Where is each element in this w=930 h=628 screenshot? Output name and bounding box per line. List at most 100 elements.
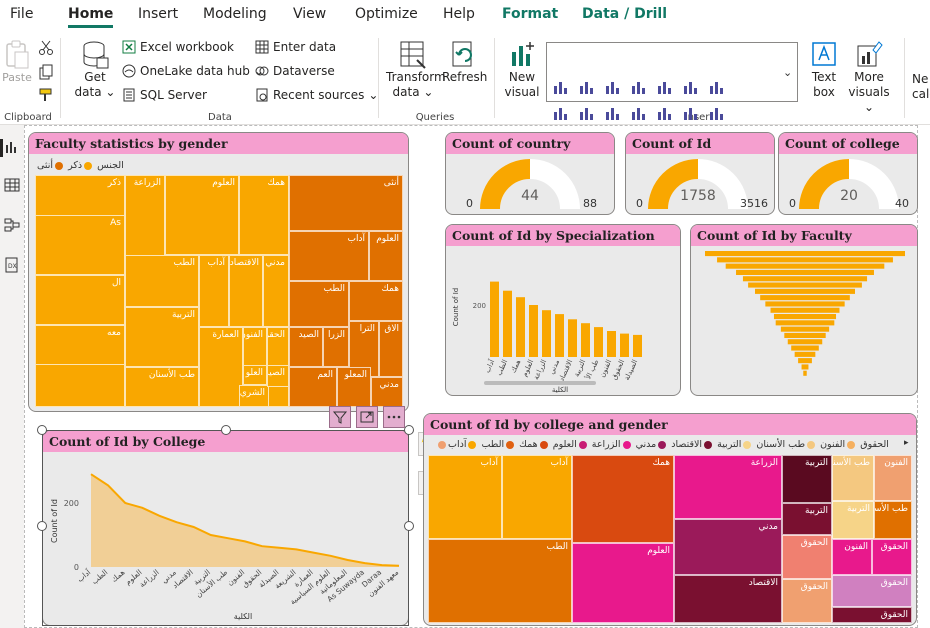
table-view-icon[interactable] (4, 177, 20, 193)
treemap-tile[interactable]: أنثى (289, 175, 403, 231)
bar[interactable] (490, 281, 499, 357)
resize-handle[interactable] (404, 521, 414, 531)
treemap-tile[interactable]: آداب (502, 455, 572, 539)
tab-view[interactable]: View (293, 6, 326, 22)
resize-handle[interactable] (404, 425, 414, 435)
funnel-bar[interactable] (780, 326, 830, 332)
legend-item[interactable]: الحقوق (857, 439, 889, 450)
map-icon[interactable] (603, 104, 621, 122)
treemap-tile[interactable]: التربية (832, 501, 874, 539)
tab-home[interactable]: Home (68, 6, 114, 28)
treemap-tile[interactable]: الحقوق (832, 607, 912, 623)
tab-file[interactable]: File (10, 6, 33, 22)
gauge-icon[interactable] (629, 104, 647, 122)
bar[interactable] (581, 323, 590, 357)
funnel-bar[interactable] (798, 358, 812, 364)
funnel-bar[interactable] (755, 288, 855, 294)
bar[interactable] (529, 305, 538, 357)
treemap-tile[interactable]: الحقوق (872, 539, 912, 575)
table-visual-icon[interactable] (707, 104, 725, 122)
recent-sources-button[interactable]: Recent sources ⌄ (255, 88, 378, 102)
legend-item[interactable]: الزراعة (589, 439, 621, 450)
college-gender-treemap[interactable]: Count of Id by college and gender الحقوق… (423, 413, 917, 626)
treemap-tile[interactable]: الزراعة (674, 455, 782, 519)
bar[interactable] (594, 327, 603, 357)
treemap-tile[interactable]: الصيد (267, 365, 289, 387)
treemap-tile[interactable]: الطب (125, 255, 199, 307)
funnel-bar[interactable] (765, 301, 845, 307)
funnel-bar[interactable] (773, 314, 837, 320)
treemap-tile[interactable]: همك (239, 175, 289, 255)
funnel-visual-icon[interactable] (707, 78, 725, 96)
clustered-bar-chart-icon[interactable] (603, 78, 621, 96)
specialization-bar-chart[interactable]: Count of Id by Specialization Count of I… (445, 224, 681, 396)
copy-icon[interactable] (38, 64, 54, 80)
more-visuals-button[interactable]: More visuals ⌄ (844, 40, 894, 115)
treemap-tile[interactable]: التربية (782, 503, 832, 535)
treemap-tile[interactable]: آداب (289, 231, 369, 281)
enter-data-button[interactable]: Enter data (255, 40, 336, 54)
funnel-bar[interactable] (784, 332, 826, 338)
legend-item[interactable]: التربية (714, 439, 741, 450)
legend-item[interactable]: الاقتصاد (668, 439, 702, 450)
funnel-bar[interactable] (705, 251, 905, 257)
bar[interactable] (555, 314, 564, 357)
tab-insert[interactable]: Insert (138, 6, 178, 22)
tab-modeling[interactable]: Modeling (203, 6, 267, 22)
excel-workbook-button[interactable]: Excel workbook (122, 40, 234, 54)
get-data-button[interactable]: Get data ⌄ (72, 40, 118, 100)
text-box-button[interactable]: Text box (806, 40, 842, 100)
legend-item[interactable]: مدني (633, 439, 657, 450)
treemap-tile[interactable]: آداب (428, 455, 502, 539)
treemap-tile[interactable]: العلوم (369, 231, 403, 281)
treemap-tile[interactable]: مدني (371, 377, 403, 407)
funnel-bar[interactable] (770, 307, 840, 313)
new-visual-button[interactable]: New visual (502, 40, 542, 100)
treemap-tile[interactable]: الزرا (323, 327, 349, 367)
treemap-tile[interactable]: العمارة (199, 327, 243, 407)
format-painter-icon[interactable] (38, 87, 54, 103)
resize-handle[interactable] (37, 425, 47, 435)
treemap-tile[interactable]: الحقوق (782, 535, 832, 579)
funnel-bar[interactable] (742, 276, 868, 282)
area-chart-icon[interactable] (681, 78, 699, 96)
tab-data-drill[interactable]: Data / Drill (582, 6, 667, 22)
tab-format[interactable]: Format (502, 6, 558, 22)
treemap-tile[interactable]: المعلو (337, 367, 371, 407)
bar[interactable] (516, 297, 525, 357)
gallery-expand-icon[interactable]: ⌄ (783, 66, 792, 79)
onelake-button[interactable]: OneLake data hub ⌄ (122, 64, 264, 78)
funnel-bar[interactable] (791, 345, 819, 351)
treemap-tile[interactable]: آداب (199, 255, 229, 327)
legend-item[interactable]: آداب (448, 439, 466, 450)
funnel-bar[interactable] (787, 339, 823, 345)
treemap-tile[interactable]: الطب (428, 539, 572, 623)
faculty-gender-treemap[interactable]: Faculty statistics by gender الجنس ذكر أ… (28, 132, 409, 412)
treemap-tile[interactable]: الفنون (874, 455, 912, 501)
legend-item[interactable]: العلوم (550, 439, 577, 450)
funnel-bar[interactable] (803, 370, 807, 376)
gauge-count-country[interactable]: Count of country 44 0 88 (445, 132, 615, 215)
legend-scroll-right-icon[interactable]: ▸ (904, 438, 909, 448)
treemap-tile[interactable]: مدني (674, 519, 782, 575)
bar[interactable] (503, 290, 512, 357)
bar[interactable] (542, 310, 551, 357)
treemap-tile[interactable]: العلوم (165, 175, 239, 255)
treemap-tile[interactable]: همك (349, 281, 403, 321)
college-area-chart[interactable]: Count of Id by College Count of Id 0 200 آد… (42, 430, 409, 626)
treemap-tile[interactable]: الصيد (289, 327, 323, 367)
resize-handle[interactable] (37, 521, 47, 531)
dataverse-button[interactable]: Dataverse (255, 64, 335, 78)
bar[interactable] (607, 331, 616, 357)
bar[interactable] (568, 319, 577, 357)
refresh-button[interactable]: Refresh (442, 40, 487, 85)
legend-item[interactable]: همك (516, 439, 538, 450)
treemap-tile[interactable]: معه (35, 325, 125, 365)
donut-chart-icon[interactable] (577, 104, 595, 122)
treemap-tile[interactable]: As (35, 215, 125, 275)
gauge-count-id[interactable]: Count of Id 1758 0 3516 (625, 132, 775, 215)
treemap-tile[interactable]: طب الأسنان (832, 455, 874, 501)
treemap-tile[interactable]: الشري (239, 385, 269, 407)
funnel-bar[interactable] (748, 282, 862, 288)
funnel-bar[interactable] (775, 320, 835, 326)
